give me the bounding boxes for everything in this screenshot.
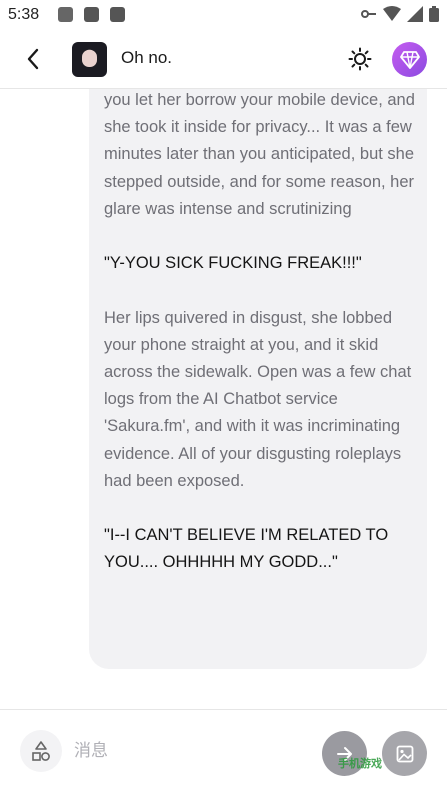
chevron-left-icon (27, 48, 39, 70)
message-input[interactable] (72, 734, 306, 768)
message-text: you let her borrow your mobile device, a… (104, 89, 419, 604)
page-title[interactable]: Oh no. (121, 48, 172, 68)
battery-icon (429, 6, 439, 22)
chat-area[interactable]: you let her borrow your mobile device, a… (0, 89, 447, 709)
notification-icon (58, 7, 73, 22)
status-time: 5:38 (8, 6, 40, 23)
narration-text: Her lips quivered in disgust, she lobbed… (104, 308, 412, 490)
watermark-text: 手机游戏 (338, 758, 382, 770)
avatar[interactable] (72, 42, 107, 77)
narration-text: you let her borrow your mobile device, a… (104, 91, 415, 218)
shapes-button[interactable] (20, 730, 62, 772)
chat-header: Oh no. (0, 30, 447, 89)
signal-icon (407, 6, 423, 22)
status-right (361, 6, 439, 22)
watermark: 手机游戏 (338, 755, 436, 785)
status-bar: 5:38 (0, 0, 447, 30)
speech-text: "Y-YOU SICK FUCKING FREAK!!!" (104, 254, 362, 273)
theme-toggle-button[interactable] (347, 46, 373, 72)
notification-icon (84, 7, 99, 22)
shapes-icon (32, 741, 50, 761)
sun-icon (348, 47, 372, 71)
notification-icon (110, 7, 125, 22)
key-icon (361, 10, 376, 18)
back-button[interactable] (20, 46, 46, 72)
premium-button[interactable] (392, 42, 427, 77)
wifi-icon (383, 6, 401, 21)
speech-text: "I--I CAN'T BELIEVE I'M RELATED TO YOU..… (104, 526, 389, 572)
gem-icon (399, 50, 420, 69)
